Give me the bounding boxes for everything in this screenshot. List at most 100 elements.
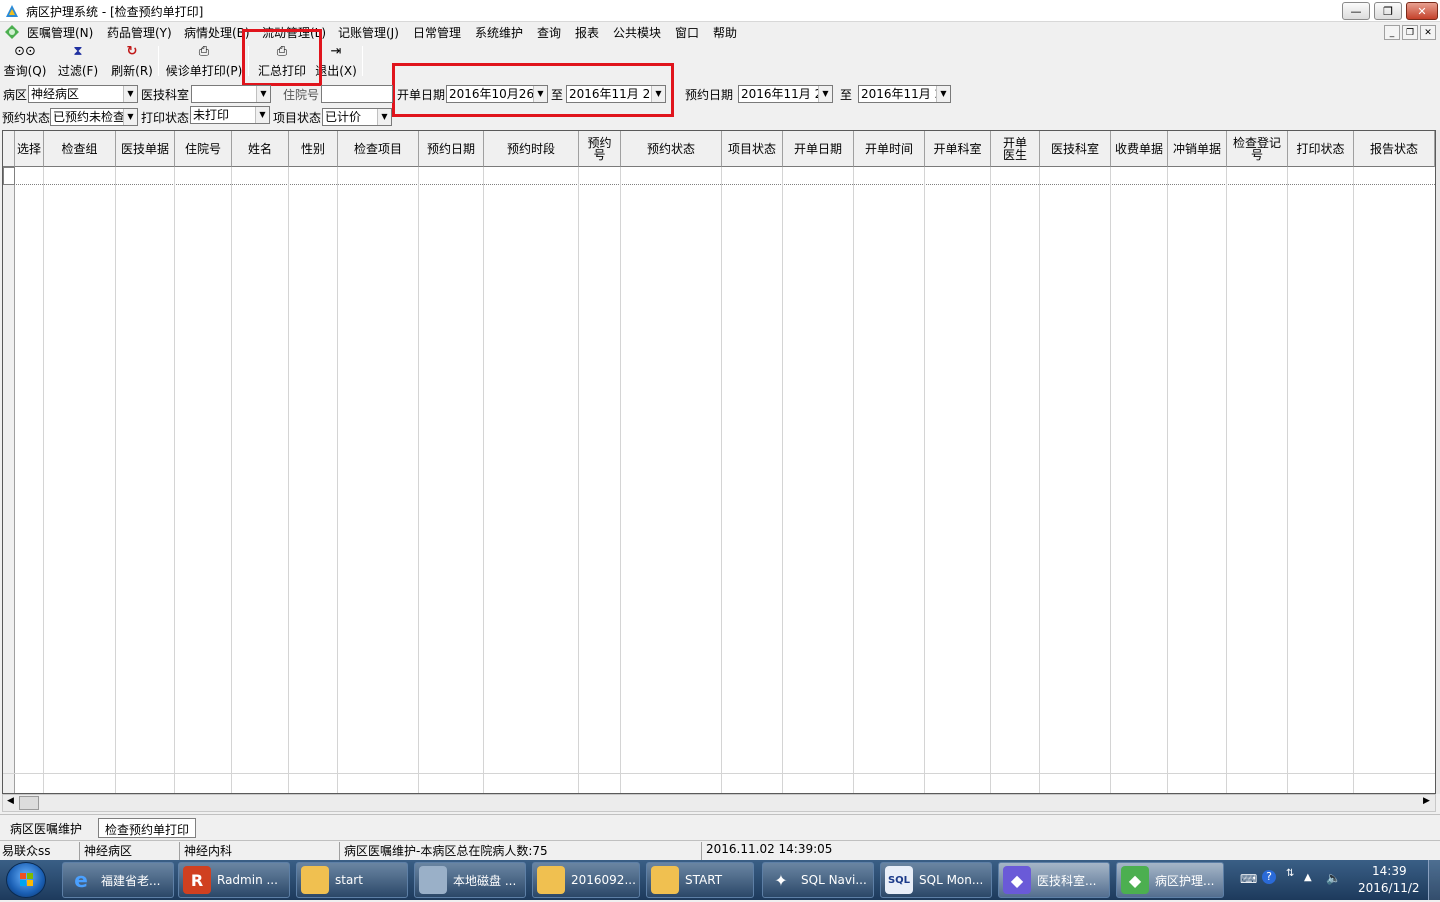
column-header-exam-group[interactable]: 检查组 — [44, 131, 116, 167]
start-button[interactable] — [6, 862, 46, 898]
appt-status-select[interactable]: 已预约未检查 ▼ — [50, 108, 138, 126]
column-header-order-doctor[interactable]: 开单医生 — [991, 131, 1040, 167]
show-hidden-icons-icon[interactable]: ▲ — [1304, 872, 1312, 883]
column-header-report-status[interactable]: 报告状态 — [1354, 131, 1435, 167]
column-header-exam-reg-no[interactable]: 检查登记号 — [1227, 131, 1288, 167]
query-button[interactable]: ⊙⊙ 查询(Q) — [4, 44, 47, 78]
column-header-order-time[interactable]: 开单时间 — [854, 131, 925, 167]
mdi-restore-button[interactable]: ❐ — [1402, 25, 1418, 40]
taskbar: e 福建省老... R Radmin ... start 本地磁盘 ... 20… — [0, 860, 1440, 900]
menu-common-module[interactable]: 公共模块 — [613, 24, 661, 41]
column-header-appt-no[interactable]: 预约号 — [579, 131, 621, 167]
ward-label: 病区 — [3, 88, 28, 102]
taskbar-item-folder-START[interactable]: START — [646, 862, 754, 898]
appt-date-from-picker[interactable]: 2016年11月 2 ▼ — [738, 85, 833, 103]
column-header-order-date[interactable]: 开单日期 — [783, 131, 854, 167]
scroll-left-icon[interactable]: ◀ — [7, 796, 14, 806]
close-button[interactable]: ✕ — [1406, 2, 1438, 20]
menu-reports[interactable]: 报表 — [575, 24, 599, 41]
tab-exam-appt-print[interactable]: 检查预约单打印 — [98, 818, 197, 838]
menu-query[interactable]: 查询 — [537, 24, 561, 41]
column-header-gender[interactable]: 性别 — [289, 131, 338, 167]
taskbar-item-ward-nursing[interactable]: ◆ 病区护理... — [1116, 862, 1224, 898]
column-header-item-status[interactable]: 项目状态 — [722, 131, 783, 167]
menu-drug-management[interactable]: 药品管理(Y) — [107, 24, 172, 41]
vertical-scrollbar[interactable] — [1436, 130, 1440, 794]
print-status-select[interactable]: 未打印 ▼ — [190, 106, 270, 124]
column-header-charge-doc[interactable]: 收费单据 — [1111, 131, 1168, 167]
ward-select[interactable]: 神经病区 ▼ — [28, 85, 138, 103]
chevron-down-icon: ▼ — [123, 109, 137, 125]
column-header-print-status[interactable]: 打印状态 — [1288, 131, 1354, 167]
horizontal-scrollbar[interactable]: ◀ ▶ — [2, 794, 1436, 812]
column-header-select[interactable]: 选择 — [15, 131, 44, 167]
dept-select[interactable]: ▼ — [191, 85, 271, 103]
taskbar-item-sql-navigator[interactable]: ✦ SQL Navi... — [762, 862, 874, 898]
tab-ward-order-maintenance[interactable]: 病区医嘱维护 — [4, 818, 88, 838]
appt-date-to-picker[interactable]: 2016年11月 2 ▼ — [858, 85, 951, 103]
order-date-from-picker[interactable]: 2016年10月26日 ▼ — [446, 85, 548, 103]
compass-icon: ✦ — [774, 870, 788, 890]
filter-button[interactable]: ⧗ 过滤(F) — [56, 44, 100, 78]
menu-daily-management[interactable]: 日常管理 — [413, 24, 461, 41]
scroll-right-icon[interactable]: ▶ — [1423, 796, 1430, 806]
menu-help[interactable]: 帮助 — [713, 24, 737, 41]
taskbar-item-sql-monitor[interactable]: SQL SQL Mon... — [880, 862, 992, 898]
menu-condition-handling[interactable]: 病情处理(B) — [184, 24, 250, 41]
chevron-down-icon: ▼ — [533, 86, 547, 102]
column-header-writeoff-doc[interactable]: 冲销单据 — [1168, 131, 1227, 167]
network-icon[interactable]: ⇅ — [1286, 868, 1294, 879]
keyboard-icon[interactable]: ⌨ — [1240, 872, 1257, 886]
toolbar-separator — [158, 46, 159, 76]
chevron-down-icon: ▼ — [936, 86, 950, 102]
menu-app-icon[interactable] — [4, 24, 20, 40]
column-header-name[interactable]: 姓名 — [232, 131, 289, 167]
toolbar-separator — [362, 46, 363, 76]
column-header-appt-date[interactable]: 预约日期 — [419, 131, 484, 167]
menu-system-maintenance[interactable]: 系统维护 — [475, 24, 523, 41]
column-divider — [174, 167, 175, 793]
table-row[interactable] — [3, 167, 1435, 185]
column-header-order-dept[interactable]: 开单科室 — [925, 131, 991, 167]
column-header-inpatient-no[interactable]: 住院号 — [175, 131, 232, 167]
menu-window[interactable]: 窗口 — [675, 24, 699, 41]
volume-icon[interactable]: 🔈 — [1326, 871, 1341, 885]
mdi-close-button[interactable]: ✕ — [1420, 25, 1436, 40]
minimize-button[interactable]: — — [1342, 2, 1370, 20]
window-title: 病区护理系统 - [检查预约单打印] — [26, 5, 204, 19]
item-status-select[interactable]: 已计价 ▼ — [322, 108, 392, 126]
order-date-to-picker[interactable]: 2016年11月 2日 ▼ — [566, 85, 666, 103]
taskbar-item-radmin[interactable]: R Radmin ... — [178, 862, 290, 898]
taskbar-item-folder-2016[interactable]: 2016092... — [532, 862, 640, 898]
column-header-exam-item[interactable]: 检查项目 — [338, 131, 419, 167]
print-status-label: 打印状态 — [141, 111, 190, 125]
chevron-down-icon: ▼ — [123, 86, 137, 102]
help-icon[interactable]: ? — [1262, 870, 1276, 884]
column-divider — [43, 167, 44, 793]
chevron-down-icon: ▼ — [256, 86, 270, 102]
menu-bar: 医嘱管理(N) 药品管理(Y) 病情处理(B) 流动管理(L) 记账管理(J) … — [0, 22, 1440, 42]
column-header-tech-dept[interactable]: 医技科室 — [1040, 131, 1111, 167]
clock-time[interactable]: 14:39 — [1372, 864, 1407, 878]
column-header-tech-doc[interactable]: 医技单据 — [116, 131, 175, 167]
refresh-button[interactable]: ↻ 刷新(R) — [110, 44, 154, 78]
data-grid[interactable]: 选择 检查组 医技单据 住院号 姓名 性别 检查项目 预约日期 预约时段 预约号… — [2, 130, 1436, 794]
taskbar-item-ie[interactable]: e 福建省老... — [62, 862, 174, 898]
column-header-appt-status[interactable]: 预约状态 — [621, 131, 722, 167]
taskbar-item-folder-start[interactable]: start — [296, 862, 408, 898]
column-divider — [990, 167, 991, 793]
column-divider — [231, 167, 232, 793]
scroll-thumb[interactable] — [19, 796, 39, 810]
column-divider — [1110, 167, 1111, 793]
menu-billing-management[interactable]: 记账管理(J) — [338, 24, 399, 41]
taskbar-item-tech-dept[interactable]: ◆ 医技科室... — [998, 862, 1110, 898]
column-header-appt-period[interactable]: 预约时段 — [484, 131, 579, 167]
clock-date[interactable]: 2016/11/2 — [1358, 881, 1420, 895]
restore-button[interactable]: ❐ — [1374, 2, 1402, 20]
show-desktop-button[interactable] — [1428, 860, 1440, 900]
menu-order-management[interactable]: 医嘱管理(N) — [27, 24, 93, 41]
waiting-slip-print-button[interactable]: ⎙ 候诊单打印(P) — [165, 44, 243, 78]
taskbar-item-local-disk[interactable]: 本地磁盘 ... — [414, 862, 526, 898]
mdi-minimize-button[interactable]: _ — [1384, 25, 1400, 40]
inpatient-no-input[interactable] — [321, 85, 393, 103]
